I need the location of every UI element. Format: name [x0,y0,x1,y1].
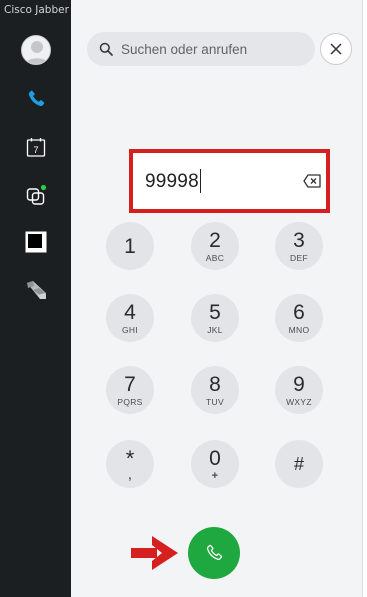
text-caret [200,169,201,193]
sidebar-item-stairs[interactable] [20,274,52,306]
key-letters: JKL [207,324,223,335]
key-letters: MNO [288,324,310,335]
window-edge [362,0,367,597]
close-icon [330,43,342,55]
sidebar-item-square[interactable] [20,226,52,258]
calendar-icon: 7 [26,138,46,157]
key-star[interactable]: * , [106,440,154,488]
square-icon [25,231,47,253]
key-letters: ABC [205,252,225,263]
key-4[interactable]: 4 GHI [106,294,154,342]
number-display[interactable]: 99998 [129,149,330,213]
key-digit: 0 [209,446,221,470]
close-button[interactable] [320,33,352,65]
sidebar-item-phone[interactable] [20,83,52,115]
key-letters: PQRS [117,396,143,407]
backspace-button[interactable] [301,170,323,192]
search-input[interactable] [121,41,311,57]
key-letters: GHI [121,324,138,335]
search-icon [99,42,113,56]
user-avatar-icon [25,41,49,64]
key-8[interactable]: 8 TUV [191,366,239,414]
avatar[interactable] [21,35,51,65]
key-digit: 5 [209,300,221,324]
phone-icon [28,90,45,106]
sidebar-item-calendar[interactable]: 7 [20,131,52,163]
phone-icon [206,544,223,560]
dialer-panel: 99998 1 2 ABC 3 DEF 4 GHI [71,0,362,597]
call-button[interactable] [188,527,240,579]
key-digit: # [293,453,304,474]
key-digit: 2 [209,228,221,252]
key-digit: 7 [124,372,136,396]
key-0[interactable]: 0 + [191,440,239,488]
key-2[interactable]: 2 ABC [191,222,239,270]
key-9[interactable]: 9 WXYZ [275,366,323,414]
key-digit: 6 [293,300,305,324]
red-arrow-icon [131,536,178,570]
backspace-icon [303,174,321,188]
jabber-window: Cisco Jabber 7 Suchen oder anrufen 99998… [0,0,367,597]
search-box[interactable] [87,32,315,66]
key-digit: 3 [293,228,305,252]
key-digit: 4 [124,300,136,324]
key-letters: , [128,469,132,482]
key-letters: TUV [206,396,224,407]
key-letters: WXYZ [286,396,312,407]
key-5[interactable]: 5 JKL [191,294,239,342]
stairs-icon [27,281,46,299]
key-digit: 8 [209,372,221,396]
key-3[interactable]: 3 DEF [275,222,323,270]
key-letters: + [211,469,219,482]
key-digit: 9 [293,372,305,396]
key-letters: DEF [290,252,308,263]
key-hash[interactable]: # [275,440,323,488]
key-7[interactable]: 7 PQRS [106,366,154,414]
status-dot-icon [40,184,47,191]
key-digit: * [125,445,135,471]
key-digit: 1 [124,234,136,258]
sidebar: Cisco Jabber 7 [0,0,71,597]
key-6[interactable]: 6 MNO [275,294,323,342]
app-title: Cisco Jabber [4,4,69,16]
key-1[interactable]: 1 [106,222,154,270]
chat-icon [26,184,47,205]
calendar-day: 7 [33,145,38,155]
dialed-number: 99998 [145,171,199,192]
sidebar-item-chat[interactable] [20,179,52,211]
